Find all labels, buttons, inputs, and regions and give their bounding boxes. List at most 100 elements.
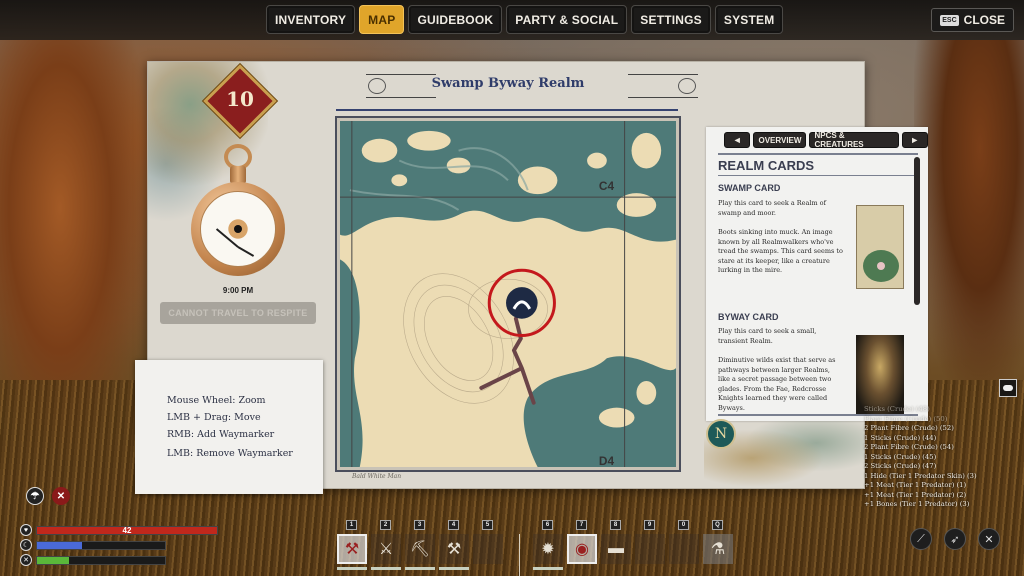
byway-card-image [856, 335, 904, 415]
club-icon: ⚒ [344, 541, 360, 558]
side-indicator-icon [999, 379, 1017, 397]
raw-meat-icon: ◉ [575, 541, 589, 558]
loot-item: 2 Plant Fibre (Crude) (54) [864, 443, 954, 451]
durability-bar [337, 567, 367, 570]
status-effects: ☂ ✕ [26, 487, 70, 505]
player-vitals: ♥ 42 ☾ ✕ [20, 524, 218, 569]
control-hint-move: LMB + Drag: Move [167, 412, 261, 423]
loot-item: +1 Bones (Tier 1 Predator) (3) [864, 500, 970, 508]
map-caption: Bald White Man [352, 473, 402, 480]
potion-icon: ⚗ [710, 541, 726, 558]
prev-page-button[interactable]: ◄ [724, 132, 751, 148]
background-tree-right [914, 40, 1024, 400]
hotbar-slot-button[interactable] [669, 534, 699, 564]
control-hint-zoom: Mouse Wheel: Zoom [167, 395, 266, 406]
loot-item: 1 Sticks (Crude) (44) [864, 433, 937, 442]
loot-item: Plant Fibre (Crude) (50) [864, 414, 948, 423]
hotkey-label: 7 [576, 520, 587, 530]
card-title-swamp: SWAMP CARD [718, 183, 781, 193]
loot-item: 2 Plant Fibre (Crude) (52) [864, 424, 954, 432]
torch-icon: ✹ [541, 541, 555, 558]
tab-inventory[interactable]: INVENTORY [266, 5, 356, 34]
tab-npcs-creatures[interactable]: NPCS & CREATURES [809, 131, 899, 149]
dash-ability-icon[interactable]: ➶ [944, 528, 966, 550]
loot-feed: Sticks (Crude) (48) Plant Fibre (Crude) … [864, 405, 1024, 510]
card-summary-swamp: Play this card to seek a Realm of swamp … [718, 199, 827, 217]
card-lore-byway: Diminutive wilds exist that serve as pat… [718, 356, 836, 412]
divider [718, 153, 918, 155]
loot-item: +1 Meat (Tier 1 Predator) (1) [864, 481, 967, 489]
realm-cards-nav: ◄ OVERVIEW NPCS & CREATURES ► [724, 131, 928, 149]
fork-knife-icon: ✕ [20, 554, 32, 566]
level-number: 10 [226, 87, 254, 111]
tab-map[interactable]: MAP [359, 5, 405, 34]
title-flourish-right [628, 74, 698, 98]
tab-settings[interactable]: SETTINGS [631, 5, 711, 34]
eat-ability-icon[interactable]: ✕ [978, 528, 1000, 550]
hotkey-label: 5 [482, 520, 493, 530]
cooked-meat-icon: ▬ [608, 540, 624, 557]
hotkey-label: 4 [448, 520, 459, 530]
hotbar-divider [519, 534, 520, 576]
map-controls-note: Mouse Wheel: Zoom LMB + Drag: Move RMB: … [135, 360, 323, 494]
hotkey-label: 9 [644, 520, 655, 530]
close-button[interactable]: ESC CLOSE [931, 8, 1014, 32]
stamina-icon: ☾ [20, 539, 32, 551]
axe-icon: ⚔ [378, 541, 394, 558]
hunger-bar-fill [37, 556, 69, 564]
travel-to-respite-button[interactable]: CANNOT TRAVEL TO RESPITE [160, 302, 316, 324]
compass-north-icon: N [706, 419, 736, 449]
wet-status-icon: ☂ [26, 487, 44, 505]
health-bar: 42 [36, 525, 218, 535]
hotkey-label: 6 [542, 520, 553, 530]
realm-cards-pane: ◄ OVERVIEW NPCS & CREATURES ► REALM CARD… [706, 127, 928, 421]
durability-bar [405, 567, 435, 570]
hotbar-slot-button[interactable] [635, 534, 665, 564]
swamp-card-image [856, 205, 904, 289]
hunger-bar [36, 555, 166, 565]
map-canvas[interactable]: C4 D4 [340, 121, 676, 467]
tab-party-social[interactable]: PARTY & SOCIAL [506, 5, 628, 34]
loot-item: 2 Sticks (Crude) (47) [864, 462, 937, 470]
next-page-button[interactable]: ► [901, 132, 928, 148]
grid-label-c4: C4 [599, 179, 615, 193]
hungry-status-icon: ✕ [52, 487, 70, 505]
control-hint-remove-waymarker: LMB: Remove Waymarker [167, 448, 293, 459]
melee-ability-icon[interactable]: ⟋ [910, 528, 932, 550]
hotkey-label: Q [712, 520, 723, 530]
realm-cards-heading: REALM CARDS [718, 158, 815, 173]
top-nav-bar: INVENTORY MAP GUIDEBOOK PARTY & SOCIAL S… [0, 0, 1024, 40]
realm-cards-scrollbar[interactable] [914, 157, 920, 305]
hotbar-slot-button[interactable] [473, 534, 503, 564]
ability-buttons: ⟋ ➶ ✕ [910, 528, 1000, 550]
stamina-bar-fill [37, 541, 82, 549]
durability-bar [371, 567, 401, 570]
esc-key-icon: ESC [940, 14, 959, 26]
realm-title: Swamp Byway Realm [431, 76, 585, 91]
tab-overview[interactable]: OVERVIEW [753, 132, 807, 148]
hotkey-label: 0 [678, 520, 689, 530]
loot-item: +1 Meat (Tier 1 Predator) (2) [864, 490, 967, 499]
durability-bar [533, 567, 563, 570]
card-summary-byway: Play this card to seek a small, transien… [718, 327, 817, 345]
hotkey-label: 1 [346, 520, 357, 530]
card-lore-swamp: Boots sinking into muck. An image known … [718, 228, 843, 274]
tab-guidebook[interactable]: GUIDEBOOK [408, 5, 503, 34]
menu-tabs: INVENTORY MAP GUIDEBOOK PARTY & SOCIAL S… [266, 5, 784, 34]
time-of-day: 9:00 PM [222, 286, 254, 295]
heart-icon: ♥ [20, 524, 32, 536]
control-hint-add-waymarker: RMB: Add Waymarker [167, 429, 275, 440]
map-view[interactable]: C4 D4 [335, 116, 681, 472]
card-title-byway: BYWAY CARD [718, 312, 779, 322]
tab-system[interactable]: SYSTEM [714, 5, 784, 34]
close-label: CLOSE [963, 13, 1005, 27]
loot-item: Sticks (Crude) (48) [864, 405, 930, 413]
loot-item: 1 Hide (Tier 1 Predator Skin) (3) [864, 471, 977, 480]
divider [718, 175, 918, 176]
hotkey-label: 2 [380, 520, 391, 530]
grid-label-d4: D4 [599, 454, 615, 467]
lily-pad-icon [863, 250, 899, 282]
durability-bar [439, 567, 469, 570]
pocket-watch-icon [190, 144, 286, 284]
health-value: 42 [122, 525, 132, 535]
